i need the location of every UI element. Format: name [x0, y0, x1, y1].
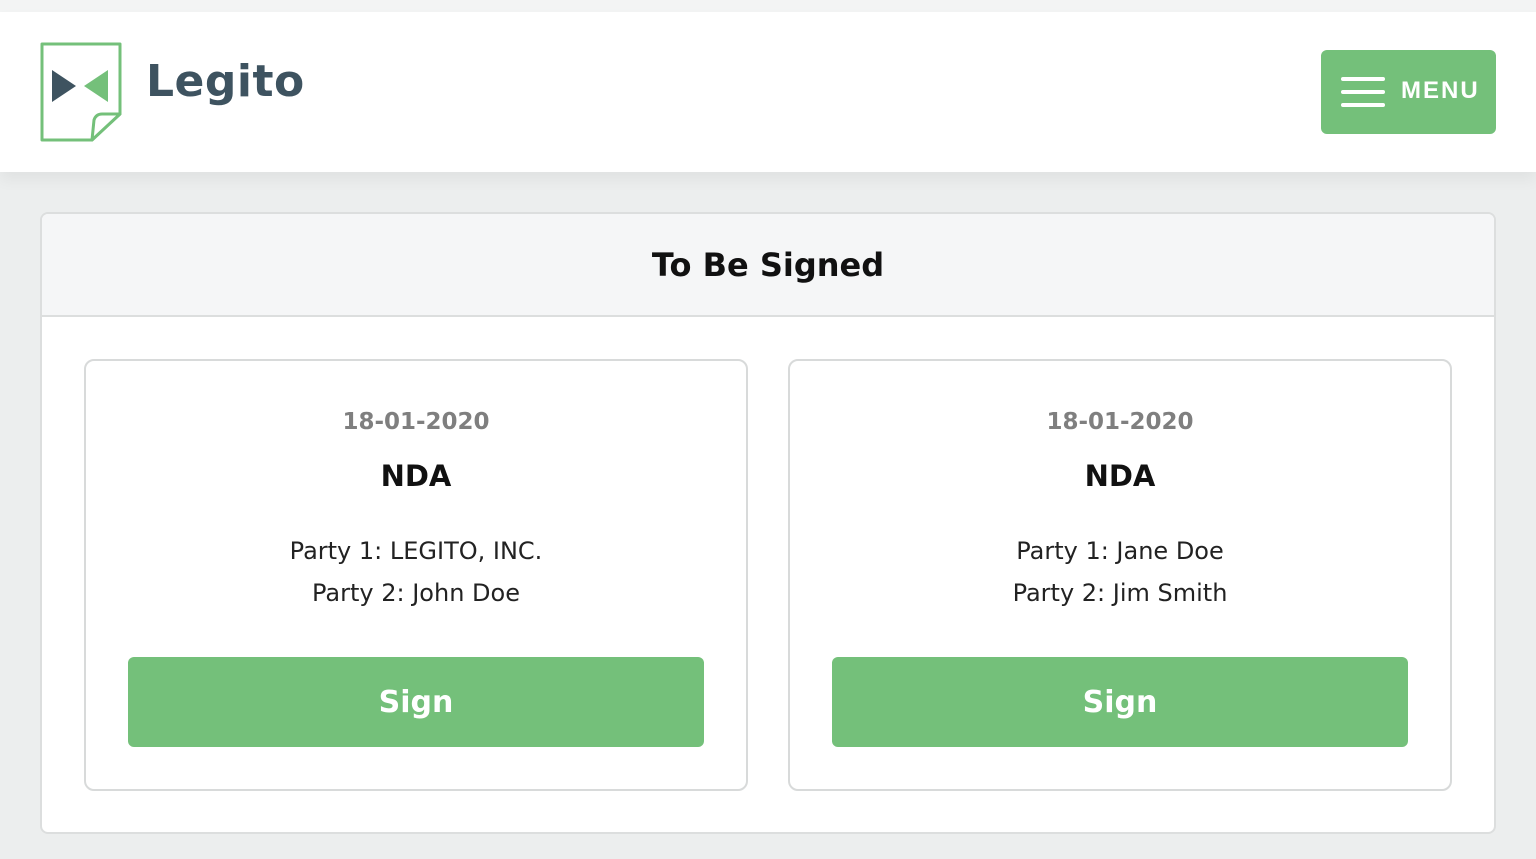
hamburger-icon	[1341, 77, 1385, 107]
party-2-text: Party 2: John Doe	[312, 579, 520, 607]
document-type: NDA	[1084, 459, 1156, 493]
party-1-text: Party 1: Jane Doe	[1016, 537, 1224, 565]
panel-title: To Be Signed	[651, 245, 885, 284]
panel-header: To Be Signed	[42, 214, 1494, 317]
menu-label: MENU	[1401, 77, 1480, 104]
legito-logo-icon[interactable]	[40, 42, 122, 142]
party-2-text: Party 2: Jim Smith	[1012, 579, 1228, 607]
document-card: 18-01-2020 NDA Party 1: LEGITO, INC. Par…	[84, 359, 748, 791]
sign-button[interactable]: Sign	[128, 657, 704, 747]
document-card: 18-01-2020 NDA Party 1: Jane Doe Party 2…	[788, 359, 1452, 791]
menu-button[interactable]: MENU	[1321, 50, 1496, 134]
app-header: Legito MENU	[0, 12, 1536, 172]
top-strip	[0, 0, 1536, 12]
document-date: 18-01-2020	[342, 409, 490, 435]
document-date: 18-01-2020	[1046, 409, 1194, 435]
party-1-text: Party 1: LEGITO, INC.	[289, 537, 543, 565]
to-be-signed-panel: To Be Signed 18-01-2020 NDA Party 1: LEG…	[40, 212, 1496, 834]
brand-name[interactable]: Legito	[146, 56, 305, 107]
document-type: NDA	[380, 459, 452, 493]
sign-button[interactable]: Sign	[832, 657, 1408, 747]
